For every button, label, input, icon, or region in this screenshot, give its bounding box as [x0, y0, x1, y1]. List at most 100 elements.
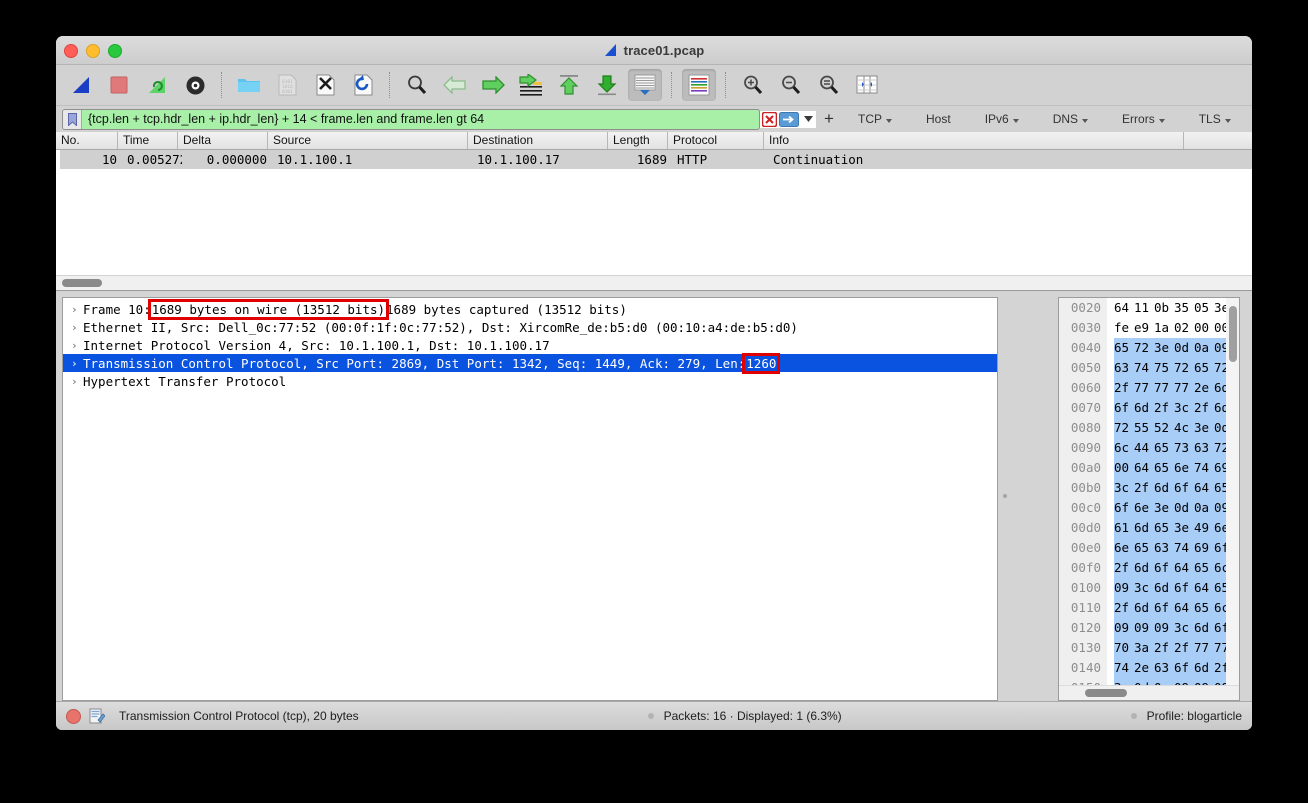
hex-byte[interactable]: 75 [1154, 358, 1174, 378]
hex-byte[interactable]: 72 [1114, 418, 1134, 438]
apply-filter-icon[interactable] [778, 110, 800, 128]
hex-byte[interactable]: 2f [1154, 398, 1174, 418]
hex-byte[interactable]: fe [1114, 318, 1134, 338]
chevron-right-icon[interactable]: › [71, 339, 83, 352]
hex-byte[interactable]: 2e [1194, 378, 1214, 398]
column-header-delta[interactable]: Delta [178, 132, 268, 149]
hex-horizontal-scrollbar[interactable] [1059, 685, 1239, 700]
hex-byte[interactable]: 0d [1174, 338, 1194, 358]
hex-byte[interactable]: 3e [1154, 498, 1174, 518]
hex-byte[interactable]: 2f [1114, 558, 1134, 578]
colorize-packets-icon[interactable] [682, 69, 716, 101]
scrollbar-thumb[interactable] [1229, 306, 1237, 362]
hex-row[interactable]: 01200909093c6d6f6465 [1059, 618, 1239, 638]
hex-byte[interactable]: 3c [1134, 578, 1154, 598]
column-header-info[interactable]: Info [764, 132, 1184, 149]
open-file-icon[interactable] [232, 69, 266, 101]
chevron-right-icon[interactable]: › [71, 375, 83, 388]
reload-file-icon[interactable] [346, 69, 380, 101]
hex-byte[interactable]: 2e [1134, 658, 1154, 678]
hex-row[interactable]: 0140742e636f6d2f3c2f [1059, 658, 1239, 678]
hex-byte[interactable]: 74 [1114, 658, 1134, 678]
hex-byte[interactable]: 6d [1134, 518, 1154, 538]
hex-byte[interactable]: 09 [1114, 578, 1134, 598]
hex-byte[interactable]: 6f [1154, 598, 1174, 618]
hex-byte[interactable]: 6e [1174, 458, 1194, 478]
display-filter-value[interactable]: {tcp.len + tcp.hdr_len + ip.hdr_len} + 1… [82, 112, 484, 126]
hex-byte[interactable]: 77 [1174, 378, 1194, 398]
column-header-protocol[interactable]: Protocol [668, 132, 764, 149]
find-packet-icon[interactable] [400, 69, 434, 101]
capture-file-comment-icon[interactable] [89, 708, 106, 724]
hex-byte[interactable]: 02 [1174, 318, 1194, 338]
table-row[interactable]: 10 0.005272 0.000000 10.1.100.1 10.1.100.17 1… [56, 150, 1252, 169]
column-header-no[interactable]: No. [56, 132, 118, 149]
detail-tree-row[interactable]: › Internet Protocol Version 4, Src: 10.1.… [63, 336, 997, 354]
hex-byte[interactable]: 74 [1174, 538, 1194, 558]
hex-byte[interactable]: 44 [1134, 438, 1154, 458]
go-first-packet-icon[interactable] [552, 69, 586, 101]
hex-byte[interactable]: 1a [1154, 318, 1174, 338]
hex-byte[interactable]: 09 [1134, 618, 1154, 638]
close-file-icon[interactable] [308, 69, 342, 101]
display-filter-input[interactable]: {tcp.len + tcp.hdr_len + ip.hdr_len} + 1… [62, 108, 760, 130]
column-header-length[interactable]: Length [608, 132, 668, 149]
clear-filter-icon[interactable] [760, 110, 778, 128]
hex-byte[interactable]: 64 [1114, 298, 1134, 318]
hex-byte[interactable]: 0b [1154, 298, 1174, 318]
hex-byte[interactable]: 77 [1154, 378, 1174, 398]
hex-byte[interactable]: 6d [1194, 618, 1214, 638]
filter-shortcut-dns[interactable]: DNS [1051, 112, 1090, 126]
hex-byte[interactable]: 63 [1154, 538, 1174, 558]
column-header-source[interactable]: Source [268, 132, 468, 149]
zoom-out-icon[interactable] [774, 69, 808, 101]
packet-list-pane[interactable]: No. Time Delta Source Destination Length Proto… [56, 132, 1252, 291]
hex-byte[interactable]: 6c [1114, 438, 1134, 458]
hex-byte[interactable]: 74 [1134, 358, 1154, 378]
hex-row[interactable]: 004065723e0d0a090909 [1059, 338, 1239, 358]
filter-shortcut-host[interactable]: Host [924, 112, 953, 126]
column-header-time[interactable]: Time [118, 132, 178, 149]
hex-row[interactable]: 0130703a2f2f7777772e [1059, 638, 1239, 658]
hex-byte[interactable]: 77 [1194, 638, 1214, 658]
hex-byte[interactable]: 2f [1114, 598, 1134, 618]
save-file-icon[interactable]: 0101 1010 0101 [270, 69, 304, 101]
hex-byte[interactable]: 00 [1194, 318, 1214, 338]
filter-shortcut-tls[interactable]: TLS [1197, 112, 1233, 126]
hex-byte[interactable]: 3e [1154, 338, 1174, 358]
hex-byte[interactable]: 11 [1134, 298, 1154, 318]
hex-byte[interactable]: 65 [1134, 538, 1154, 558]
hex-byte[interactable]: 6d [1134, 398, 1154, 418]
chevron-right-icon[interactable]: › [71, 357, 83, 370]
hex-byte[interactable]: 72 [1174, 358, 1194, 378]
hex-byte[interactable]: 0a [1194, 498, 1214, 518]
hex-byte[interactable]: 65 [1154, 438, 1174, 458]
column-header-destination[interactable]: Destination [468, 132, 608, 149]
hex-byte[interactable]: 09 [1114, 618, 1134, 638]
hex-byte[interactable]: 77 [1134, 378, 1154, 398]
hex-row[interactable]: 0030fee91a0200006d61 [1059, 318, 1239, 338]
hex-byte[interactable]: 35 [1174, 298, 1194, 318]
go-to-packet-icon[interactable] [514, 69, 548, 101]
hex-byte[interactable]: 6f [1154, 558, 1174, 578]
hex-byte[interactable]: 65 [1194, 598, 1214, 618]
filter-shortcut-errors[interactable]: Errors [1120, 112, 1167, 126]
hex-row[interactable]: 002064110b35053e6e98 [1059, 298, 1239, 318]
packet-details-pane[interactable]: › Frame 10: 1689 bytes on wire (13512 bit… [62, 297, 998, 701]
packet-list-horizontal-scrollbar[interactable] [56, 275, 1252, 290]
hex-byte[interactable]: 64 [1134, 458, 1154, 478]
hex-byte[interactable]: 49 [1194, 518, 1214, 538]
hex-byte[interactable]: 6f [1174, 478, 1194, 498]
hex-byte[interactable]: 3c [1174, 398, 1194, 418]
filter-shortcut-ipv6[interactable]: IPv6 [983, 112, 1021, 126]
hex-byte[interactable]: 63 [1194, 438, 1214, 458]
profile-status-group[interactable]: Profile: blogarticle [1130, 709, 1242, 723]
profile-status-text[interactable]: Profile: blogarticle [1147, 709, 1242, 723]
bookmark-icon[interactable] [63, 109, 82, 129]
hex-byte[interactable]: 65 [1154, 458, 1174, 478]
hex-byte[interactable]: 0d [1174, 498, 1194, 518]
hex-byte[interactable]: 64 [1174, 598, 1194, 618]
hex-byte[interactable]: 64 [1194, 478, 1214, 498]
hex-vertical-scrollbar[interactable] [1226, 298, 1239, 686]
capture-options-icon[interactable] [178, 69, 212, 101]
